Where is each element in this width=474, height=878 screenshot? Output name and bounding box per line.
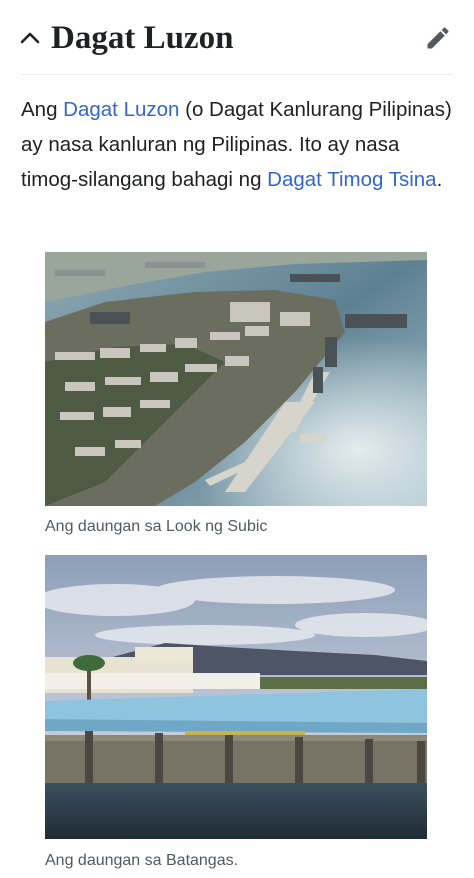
- section-divider: [21, 74, 453, 75]
- subic-port-image[interactable]: [45, 252, 427, 506]
- link-dagat-luzon[interactable]: Dagat Luzon: [63, 98, 179, 121]
- chevron-up-icon[interactable]: [18, 26, 42, 50]
- intro-text: Ang: [21, 98, 64, 121]
- section-title: Dagat Luzon: [51, 20, 234, 56]
- figure-caption: Ang daungan sa Batangas.: [45, 852, 239, 869]
- pencil-icon[interactable]: [424, 24, 452, 52]
- link-dagat-timog-tsina[interactable]: Dagat Timog Tsina: [267, 168, 436, 191]
- intro-paragraph: Ang Dagat Luzon (o Dagat Kanlurang Pilip…: [21, 92, 461, 197]
- batangas-port-image[interactable]: [45, 555, 427, 839]
- section-header[interactable]: Dagat Luzon: [0, 0, 474, 76]
- intro-text: .: [436, 168, 443, 191]
- figure-caption: Ang daungan sa Look ng Subic: [45, 518, 268, 535]
- article-page: Dagat Luzon Ang Dagat Luzon (o Dagat Kan…: [0, 0, 474, 878]
